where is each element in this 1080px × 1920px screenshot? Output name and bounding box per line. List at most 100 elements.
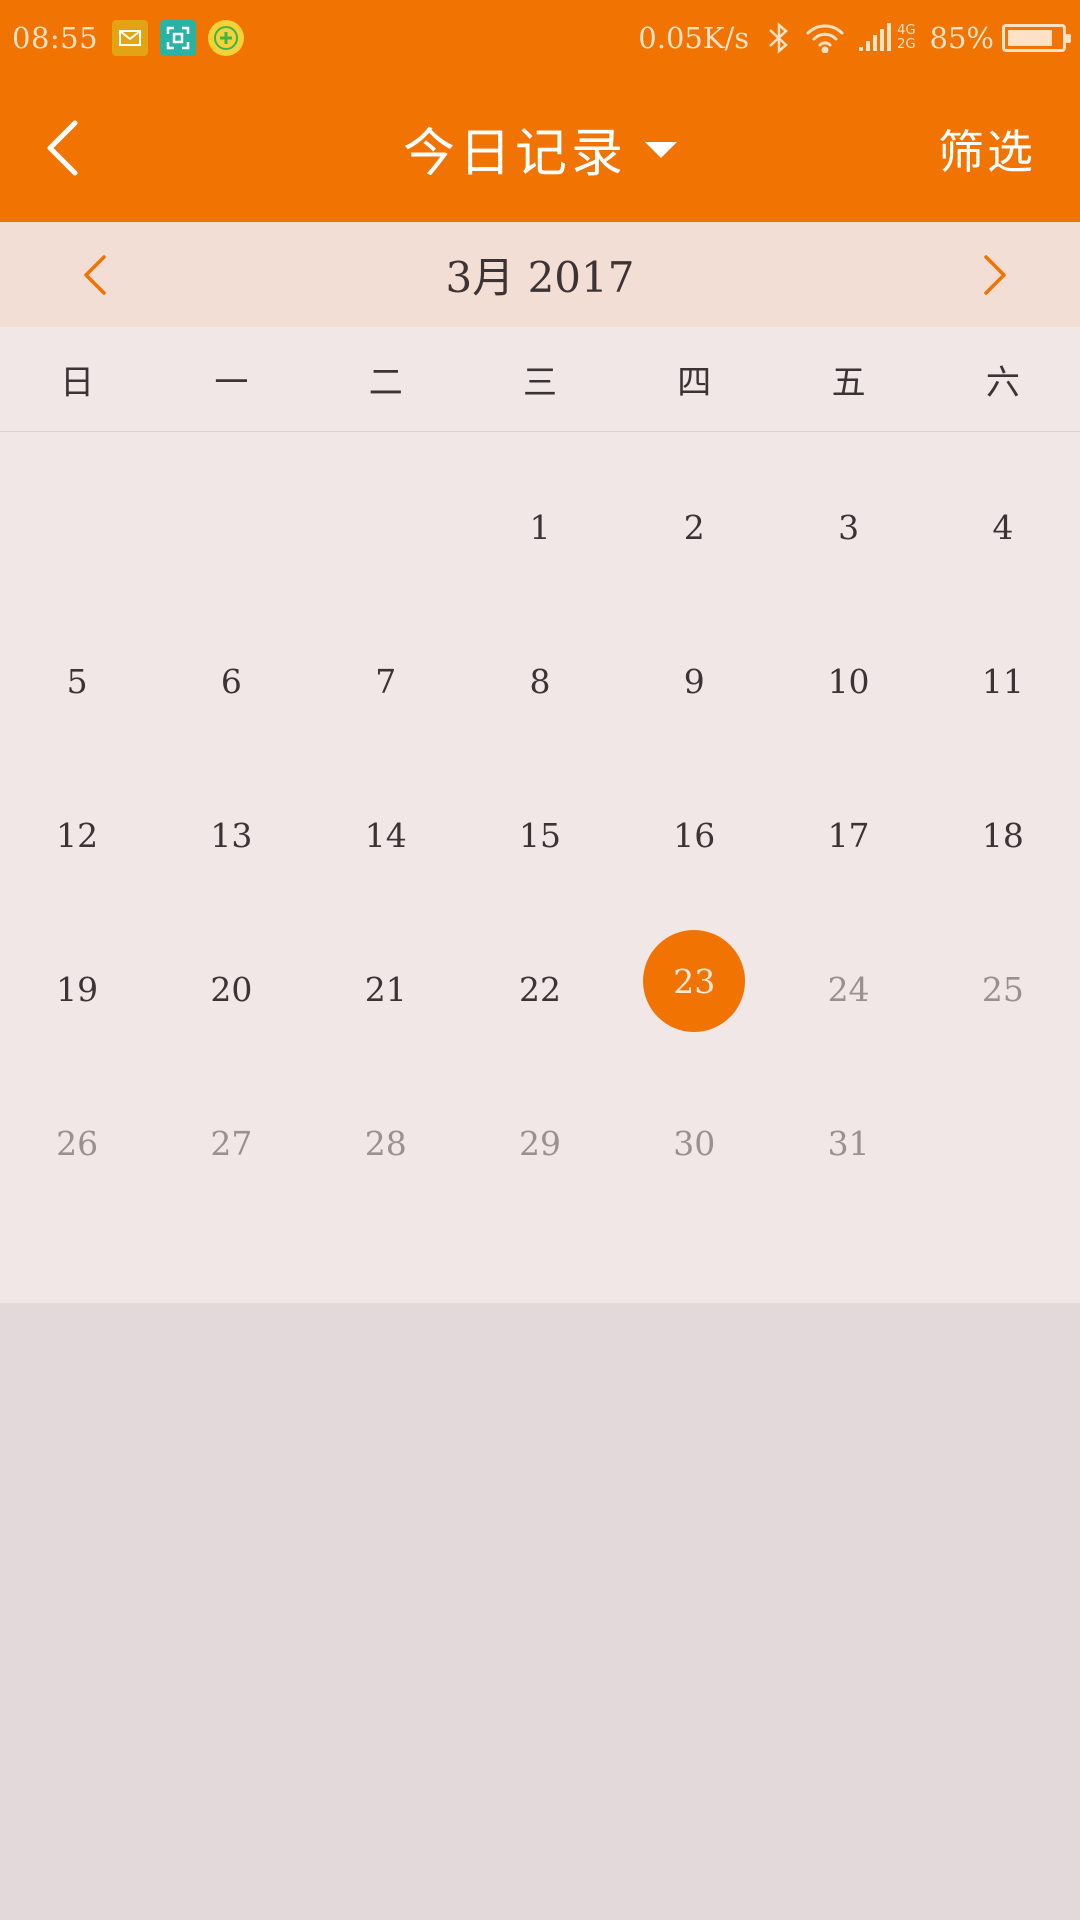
calendar-day-number: 20 [210,969,253,1009]
calendar-day-number: 10 [827,661,870,701]
calendar-day: 31 [771,1066,925,1220]
bluetooth-icon [767,21,791,55]
calendar-day-number: 2 [683,507,705,547]
calendar-day[interactable]: 20 [154,912,308,1066]
calendar-day-number: 31 [827,1123,870,1163]
calendar-day[interactable]: 6 [154,604,308,758]
calendar-empty-cell [0,450,154,604]
status-bar-right: 0.05K/s 4G 2G 85% [638,20,1071,55]
calendar-day[interactable]: 5 [0,604,154,758]
calendar-day[interactable]: 8 [463,604,617,758]
status-time: 08:55 [12,20,99,55]
chevron-left-icon [47,120,78,176]
days-grid: 1 2 3 4 5 6 7 8 9 10 11 12 13 14 15 16 17 18 19 20 21 22 23 24 2… [0,432,1080,1220]
calendar-day[interactable]: 7 [309,604,463,758]
weekday-sun: 日 [60,362,95,403]
month-label: 3月 2017 [445,253,635,302]
calendar-day-selected[interactable]: 23 [617,912,771,1066]
calendar-day[interactable]: 21 [309,912,463,1066]
calendar-day[interactable]: 3 [771,450,925,604]
mail-notification-icon [112,19,149,56]
calendar-day-number: 4 [992,507,1014,547]
calendar-day[interactable]: 10 [771,604,925,758]
calendar-day-number: 17 [827,815,870,855]
calendar-day[interactable]: 19 [0,912,154,1066]
calendar-day-number: 8 [529,661,551,701]
caret-down-icon [645,141,677,158]
scan-notification-icon [160,19,197,56]
calendar-day-number: 30 [673,1123,716,1163]
weekday-fri: 五 [831,362,866,403]
calendar-empty-cell [309,450,463,604]
calendar-day: 30 [617,1066,771,1220]
calendar-day-number: 11 [981,661,1024,701]
weekday-sat: 六 [985,362,1020,403]
calendar-day-number: 21 [364,969,407,1009]
calendar-day[interactable]: 17 [771,758,925,912]
calendar-day-number: 18 [981,815,1024,855]
wifi-icon [805,23,845,53]
records-area [0,1303,1080,1920]
calendar-day[interactable]: 4 [926,450,1080,604]
calendar-day[interactable]: 12 [0,758,154,912]
calendar-day-number: 3 [838,507,860,547]
calendar-day-number: 22 [518,969,561,1009]
month-navigator: 3月 2017 [0,222,1080,327]
calendar-day[interactable]: 15 [463,758,617,912]
calendar-day-number: 15 [518,815,561,855]
calendar-day-number: 27 [210,1123,253,1163]
calendar-day: 24 [771,912,925,1066]
calendar-day[interactable]: 2 [617,450,771,604]
calendar-day[interactable]: 22 [463,912,617,1066]
calendar-day[interactable]: 14 [309,758,463,912]
filter-button[interactable]: 筛选 [938,75,1036,222]
calendar-day-number: 5 [66,661,88,701]
calendar-day: 25 [926,912,1080,1066]
weekday-mon: 一 [214,362,249,403]
network-type: 4G 2G [897,22,916,52]
weekday-header: 日 一 二 三 四 五 六 [0,327,1080,432]
toolbar: 今日记录 筛选 [0,75,1080,222]
signal-icon [859,22,893,53]
calendar-day-number: 24 [827,969,870,1009]
add-notification-icon [208,19,245,56]
next-month-button[interactable] [960,240,1030,310]
network-type-top: 4G [897,22,916,38]
network-speed: 0.05K/s [638,20,750,55]
page-title: 今日记录 [402,124,627,184]
calendar-day-number: 12 [56,815,99,855]
status-bar-left: 08:55 [12,19,256,56]
weekday-thu: 四 [677,362,712,403]
calendar-day-number: 1 [529,507,551,547]
calendar-day-number: 13 [210,815,253,855]
title-dropdown[interactable]: 今日记录 [403,111,677,186]
back-button[interactable] [36,113,88,183]
title-container: 今日记录 [0,75,1080,222]
calendar-day: 27 [154,1066,308,1220]
calendar-day-number: 9 [683,661,705,701]
calendar-day-number: 23 [643,930,746,1032]
calendar-day: 29 [463,1066,617,1220]
calendar-day-number: 6 [220,661,242,701]
battery-percent: 85% [929,20,994,55]
calendar-day-number: 26 [56,1123,99,1163]
calendar-day[interactable]: 18 [926,758,1080,912]
calendar-day-number: 16 [673,815,716,855]
calendar-day-number: 19 [56,969,99,1009]
calendar-day[interactable]: 13 [154,758,308,912]
calendar-day[interactable]: 16 [617,758,771,912]
calendar-day-number: 7 [375,661,397,701]
calendar-day[interactable]: 11 [926,604,1080,758]
status-bar: 08:55 0.05K/s 4G 2G 85% [0,0,1080,75]
calendar-day-number: 14 [364,815,407,855]
calendar-day-number: 29 [518,1123,561,1163]
calendar: 日 一 二 三 四 五 六 1 2 3 4 5 6 7 8 9 10 11 12 13 14 15 16 17 1… [0,327,1080,1303]
battery-icon [1002,23,1071,52]
calendar-day: 26 [0,1066,154,1220]
weekday-wed: 三 [522,362,557,403]
calendar-empty-cell [154,450,308,604]
calendar-day: 28 [309,1066,463,1220]
calendar-day[interactable]: 1 [463,450,617,604]
calendar-day[interactable]: 9 [617,604,771,758]
calendar-day-number: 25 [981,969,1024,1009]
